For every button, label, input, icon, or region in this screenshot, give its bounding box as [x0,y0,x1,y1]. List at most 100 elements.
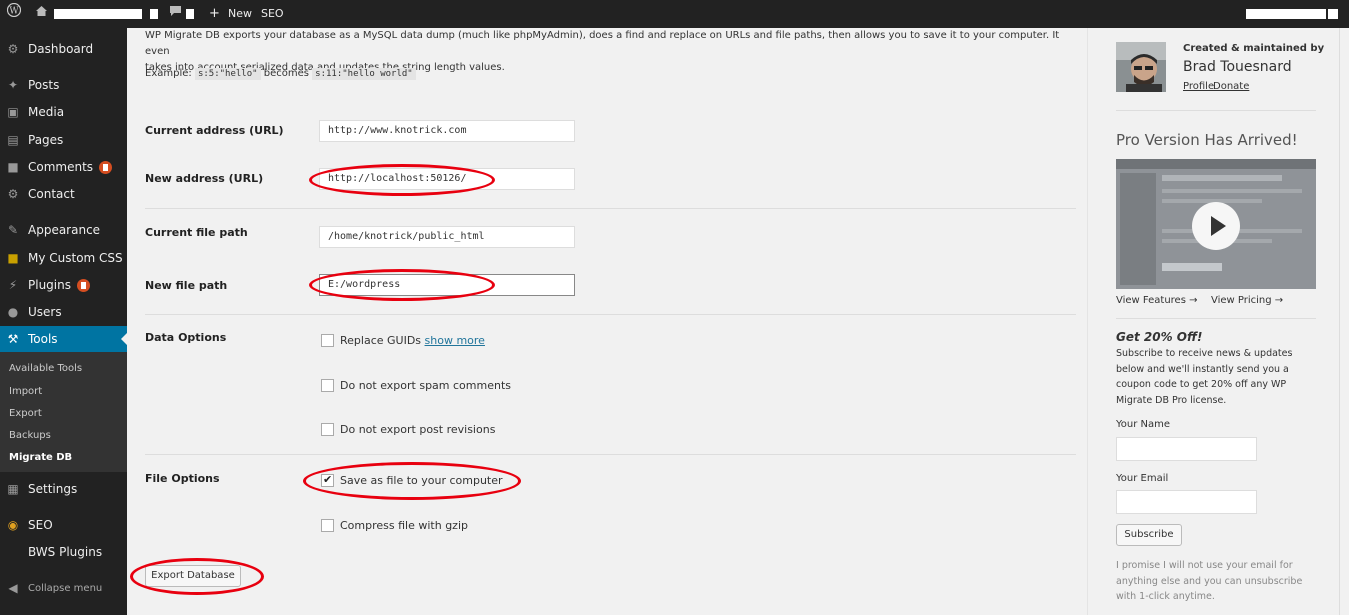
collapse-label: Collapse menu [28,582,103,594]
bws-icon [6,545,20,559]
seo-icon: ◉ [7,518,19,532]
tools-submenu: Available Tools Import Export Backups Mi… [0,352,127,472]
pages-icon: ▤ [7,133,19,147]
dashboard-icon: ⚙ [7,42,19,56]
play-icon[interactable] [1192,202,1240,250]
current-address-field[interactable]: http://www.knotrick.com [319,120,575,142]
collapse-menu-button[interactable]: ◀ Collapse menu [0,575,127,601]
menu-label: Media [28,105,65,119]
example-label: Example: [145,68,192,79]
menu-label: Tools [28,332,58,346]
view-pricing-link[interactable]: View Pricing → [1211,295,1283,306]
no-revisions-checkbox[interactable] [321,423,334,436]
updates-redacted[interactable] [150,9,158,19]
menu-label: Appearance [28,223,101,237]
name-input[interactable] [1116,437,1257,461]
menu-comments[interactable]: ■ Comments [0,154,127,180]
email-input[interactable] [1116,490,1257,514]
intro-line-1: WP Migrate DB exports your database as a… [145,30,1060,57]
submenu-backups[interactable]: Backups [9,430,51,441]
annotation-oval [309,269,495,301]
name-label: Your Name [1116,419,1171,430]
no-revisions-label: Do not export post revisions [340,423,496,436]
wrench-icon: ⚒ [7,332,19,346]
submenu-available-tools[interactable]: Available Tools [9,363,82,374]
promise-line: anything else and you can unsubscribe [1116,575,1303,587]
replace-guids-text: Replace GUIDs [340,334,422,347]
menu-settings[interactable]: ▦ Settings [0,476,127,502]
menu-users[interactable]: ● Users [0,299,127,325]
comments-icon[interactable] [169,0,182,28]
divider [145,454,1076,455]
plug-icon: ⚡ [8,278,18,292]
annotation-oval [309,164,495,196]
comments-icon: ■ [7,160,19,174]
donate-link[interactable]: Donate [1213,81,1249,92]
svg-text:W: W [9,7,19,17]
current-path-label: Current file path [145,226,248,239]
page-scrollbar[interactable] [1339,28,1349,615]
show-more-link[interactable]: show more [425,334,485,347]
divider [145,208,1076,209]
annotation-oval [303,462,521,500]
no-spam-label: Do not export spam comments [340,379,511,392]
new-menu[interactable]: New [228,0,252,28]
menu-label: Pages [28,133,64,147]
no-spam-checkbox[interactable] [321,379,334,392]
menu-bws-plugins[interactable]: BWS Plugins [0,539,127,565]
offer-line: Subscribe to receive news & updates [1116,348,1293,359]
pin-icon: ✦ [7,78,19,92]
pro-video-thumbnail[interactable] [1116,159,1316,289]
admin-bar: W + New SEO [0,0,1349,28]
divider [145,314,1076,315]
menu-label: BWS Plugins [28,545,103,559]
file-options-label: File Options [145,472,220,485]
current-address-label: Current address (URL) [145,124,284,137]
author-avatar [1116,42,1166,92]
home-icon[interactable] [35,0,48,28]
promise-text: I promise I will not use your email for … [1116,558,1302,605]
example-after: s:11:"hello world" [312,68,416,80]
email-label: Your Email [1116,473,1169,484]
comments-count-badge [99,160,113,174]
current-path-field[interactable]: /home/knotrick/public_html [319,226,575,248]
submenu-migrate-db[interactable]: Migrate DB [9,452,72,463]
divider [1116,318,1316,319]
migrate-db-form: WP Migrate DB exports your database as a… [127,28,1087,615]
submenu-export[interactable]: Export [9,408,42,419]
submenu-import[interactable]: Import [9,386,42,397]
avatar-redacted[interactable] [1328,9,1338,19]
menu-seo[interactable]: ◉ SEO [0,512,127,538]
css-icon: ■ [7,251,19,265]
menu-custom-css[interactable]: ■ My Custom CSS [0,245,127,271]
wordpress-logo-icon[interactable]: W [6,0,22,28]
users-icon: ● [7,305,19,319]
example-becomes: becomes [263,68,309,79]
media-icon: ▣ [7,105,19,119]
menu-dashboard[interactable]: ⚙ Dashboard [0,36,127,62]
menu-label: Posts [28,78,60,92]
menu-contact[interactable]: ⚙ Contact [0,181,127,207]
menu-appearance[interactable]: ✎ Appearance [0,217,127,243]
gear-icon: ⚙ [7,187,19,201]
plus-icon[interactable]: + [209,0,220,28]
menu-media[interactable]: ▣ Media [0,99,127,125]
replace-guids-label: Replace GUIDs show more [340,334,485,347]
subscribe-button[interactable]: Subscribe [1116,524,1182,546]
menu-pages[interactable]: ▤ Pages [0,127,127,153]
comment-count-redacted[interactable] [186,9,194,19]
menu-posts[interactable]: ✦ Posts [0,72,127,98]
site-name-redacted[interactable] [54,9,142,19]
gzip-checkbox[interactable] [321,519,334,532]
seo-menu[interactable]: SEO [261,0,284,28]
menu-label: My Custom CSS [28,251,123,265]
replace-guids-checkbox[interactable] [321,334,334,347]
user-account-redacted[interactable] [1246,9,1326,19]
menu-plugins[interactable]: ⚡ Plugins [0,272,127,298]
data-options-label: Data Options [145,331,227,344]
menu-tools[interactable]: ⚒ Tools [0,326,127,352]
collapse-arrow-icon: ◀ [8,581,18,595]
profile-link[interactable]: Profile [1183,81,1214,92]
view-features-link[interactable]: View Features → [1116,295,1197,306]
plugins-update-badge [76,278,90,292]
